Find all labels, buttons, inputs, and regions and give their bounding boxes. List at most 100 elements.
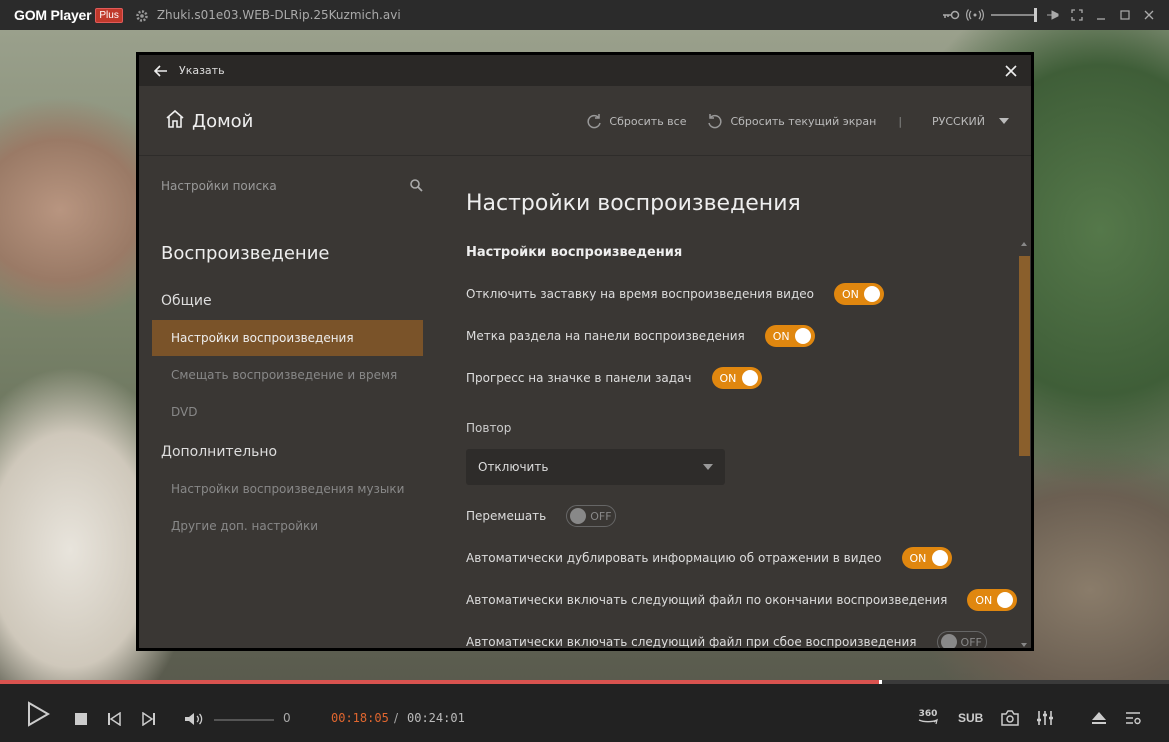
sidebar-group-advanced[interactable]: Дополнительно xyxy=(161,444,277,460)
scrollbar-thumb[interactable] xyxy=(1019,256,1030,456)
chevron-down-icon xyxy=(703,464,713,470)
volume-value: 0 xyxy=(283,711,291,725)
toggle-label: OFF xyxy=(960,635,982,649)
toggle-knob xyxy=(570,508,587,524)
toggle-switch[interactable]: ON xyxy=(764,325,815,347)
reset-icon xyxy=(708,114,722,129)
playlist-icon[interactable] xyxy=(1125,711,1141,725)
eject-icon[interactable] xyxy=(1091,711,1107,725)
back-arrow-icon[interactable] xyxy=(151,61,171,81)
setting-label: Автоматически включать следующий файл по… xyxy=(466,593,948,607)
volume-slider[interactable] xyxy=(214,719,274,721)
toggle-switch[interactable]: ON xyxy=(901,547,952,569)
sidebar-group-general[interactable]: Общие xyxy=(161,293,212,309)
scroll-up-icon[interactable] xyxy=(1021,242,1027,246)
sidebar-item-music-playback[interactable]: Настройки воспроизведения музыки xyxy=(152,471,423,507)
home-label: Домой xyxy=(192,110,254,132)
sidebar-section-title: Воспроизведение xyxy=(161,243,330,264)
toggle-label: ON xyxy=(909,551,927,565)
play-icon[interactable] xyxy=(26,701,50,727)
setting-row: Отключить заставку на время воспроизведе… xyxy=(466,283,885,305)
language-label: РУССКИЙ xyxy=(932,114,985,128)
toggle-switch[interactable]: OFF xyxy=(936,631,987,649)
settings-scrollbar[interactable] xyxy=(1019,242,1030,647)
toggle-knob xyxy=(741,370,758,386)
setting-row: Автоматически дублировать информацию об … xyxy=(466,547,952,569)
broadcast-icon[interactable] xyxy=(963,0,987,30)
sidebar-item-playback-settings[interactable]: Настройки воспроизведения xyxy=(152,320,423,356)
camera-icon[interactable] xyxy=(1001,710,1019,726)
app-logo[interactable]: GOM Player Plus xyxy=(14,7,123,23)
setting-label: Автоматически включать следующий файл пр… xyxy=(466,635,917,648)
reset-all-button[interactable]: Сбросить все xyxy=(585,112,686,130)
key-icon[interactable] xyxy=(939,0,963,30)
preferences-dialog: Указать Домой Сбросить все Сбросить теку… xyxy=(136,52,1034,651)
fullscreen-icon[interactable] xyxy=(1065,0,1089,30)
repeat-label: Повтор xyxy=(466,421,512,435)
dialog-topbar: Домой Сбросить все Сбросить текущий экра… xyxy=(139,86,1031,156)
setting-row: Перемешать OFF xyxy=(466,505,617,527)
toggle-label: ON xyxy=(719,371,737,385)
previous-icon[interactable] xyxy=(107,712,121,726)
title-bar-controls xyxy=(939,0,1169,30)
next-icon[interactable] xyxy=(142,712,156,726)
chevron-down-icon xyxy=(999,118,1009,124)
toggle-knob xyxy=(940,634,957,648)
toggle-label: ON xyxy=(975,593,993,607)
setting-row: Автоматически включать следующий файл пр… xyxy=(466,631,987,648)
vr-360-text: 360 xyxy=(919,709,938,719)
reset-all-label: Сбросить все xyxy=(609,114,687,128)
stop-icon[interactable] xyxy=(74,712,88,726)
sidebar-item-dvd[interactable]: DVD xyxy=(152,394,423,430)
close-icon[interactable] xyxy=(1001,61,1021,81)
language-select[interactable]: РУССКИЙ xyxy=(932,115,1009,128)
setting-label: Прогресс на значке в панели задач xyxy=(466,371,692,385)
scroll-down-icon[interactable] xyxy=(1021,643,1027,647)
volume-icon[interactable] xyxy=(184,712,204,726)
toggle-knob xyxy=(997,592,1014,608)
title-volume-thumb[interactable] xyxy=(1034,8,1037,22)
title-volume-slider[interactable] xyxy=(991,8,1037,22)
toggle-label: ON xyxy=(772,329,790,343)
logo-plus-badge: Plus xyxy=(95,7,123,23)
toggle-label: OFF xyxy=(590,509,612,523)
home-button[interactable]: Домой xyxy=(164,108,253,134)
repeat-select[interactable]: Отключить xyxy=(466,449,725,485)
toggle-switch[interactable]: ON xyxy=(711,367,762,389)
settings-search[interactable] xyxy=(161,175,423,197)
setting-label: Метка раздела на панели воспроизведения xyxy=(466,329,745,343)
setting-label: Перемешать xyxy=(466,509,547,523)
dialog-header: Указать xyxy=(139,55,1031,86)
gear-icon[interactable] xyxy=(135,8,149,22)
search-icon[interactable] xyxy=(409,177,423,196)
vr-360-button[interactable]: 360 xyxy=(916,706,940,728)
settings-sidebar: Воспроизведение Общие Настройки воспроиз… xyxy=(139,157,431,648)
control-bar: 0 00:18:05 / 00:24:01 360 SUB xyxy=(0,684,1169,742)
maximize-icon[interactable] xyxy=(1113,0,1137,30)
close-window-icon[interactable] xyxy=(1137,0,1161,30)
separator: | xyxy=(898,114,903,128)
subtitle-button[interactable]: SUB xyxy=(958,711,983,725)
sidebar-item-other-settings[interactable]: Другие доп. настройки xyxy=(152,508,423,544)
toggle-switch[interactable]: ON xyxy=(967,589,1018,611)
setting-label: Автоматически дублировать информацию об … xyxy=(466,551,882,565)
pin-icon[interactable] xyxy=(1041,0,1065,30)
reset-current-label: Сбросить текущий экран xyxy=(730,114,877,128)
reset-current-button[interactable]: Сбросить текущий экран xyxy=(706,112,876,130)
dialog-title: Указать xyxy=(179,64,225,77)
setting-row: Прогресс на значке в панели задач ON xyxy=(466,367,762,389)
setting-row: Метка раздела на панели воспроизведения … xyxy=(466,325,815,347)
equalizer-icon[interactable] xyxy=(1036,710,1054,726)
minimize-icon[interactable] xyxy=(1089,0,1113,30)
toggle-switch[interactable]: ON xyxy=(834,283,885,305)
toggle-switch[interactable]: OFF xyxy=(566,505,617,527)
file-name: Zhuki.s01e03.WEB-DLRip.25Kuzmich.avi xyxy=(156,8,401,22)
settings-main: Настройки воспроизведения Настройки восп… xyxy=(431,157,1031,648)
toggle-knob xyxy=(864,286,881,302)
title-bar: GOM Player Plus Zhuki.s01e03.WEB-DLRip.2… xyxy=(0,0,1169,30)
sidebar-item-shift-playback[interactable]: Смещать воспроизведение и время xyxy=(152,357,423,393)
top-actions: Сбросить все Сбросить текущий экран | РУ… xyxy=(565,112,1009,130)
search-input[interactable] xyxy=(161,179,381,193)
current-time: 00:18:05 xyxy=(331,711,389,725)
section-title: Настройки воспроизведения xyxy=(466,245,683,260)
